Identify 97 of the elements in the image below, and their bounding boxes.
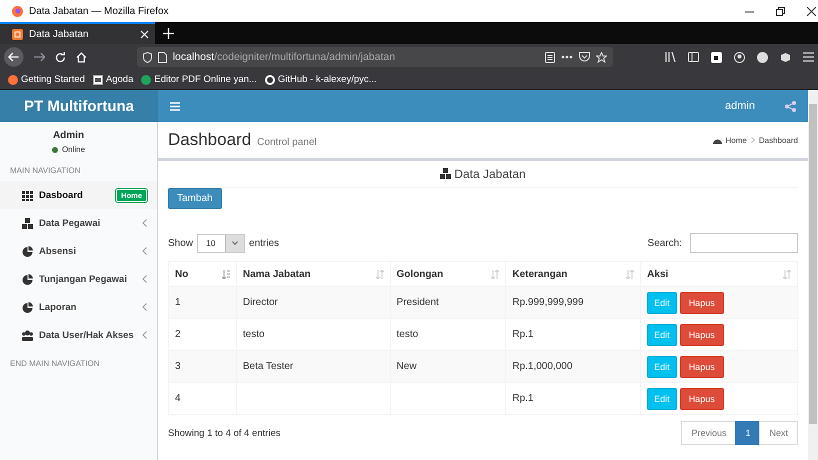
grid-icon (22, 190, 33, 200)
scrollbar[interactable] (808, 90, 818, 460)
table-cell: Beta Tester (242, 361, 294, 372)
page-subtitle: Control panel (257, 136, 317, 148)
sort-icon[interactable] (222, 270, 230, 279)
shield-icon (142, 52, 152, 62)
more-icon[interactable] (561, 55, 574, 59)
entries-label: entries (249, 238, 280, 248)
chevron-icon (142, 219, 147, 227)
cubes-icon (440, 168, 452, 180)
pocket-icon[interactable] (579, 52, 590, 62)
favicon-icon (12, 28, 23, 40)
caret-icon (232, 241, 238, 245)
table-cell: testo (242, 329, 265, 340)
pagination-button[interactable]: 1 (735, 421, 760, 445)
sidebar-item[interactable]: Laporan (0, 293, 157, 321)
table-cell: testo (396, 329, 418, 340)
window-title: Data Jabatan — Mozilla Firefox (29, 6, 169, 16)
scrollbar-thumb[interactable] (809, 104, 817, 424)
column-header[interactable]: No (168, 262, 236, 286)
home-icon[interactable] (76, 52, 87, 62)
column-header[interactable]: Golongan (390, 262, 506, 286)
table-cell: Rp.1 (512, 393, 534, 404)
breadcrumb-link[interactable]: Home (726, 136, 747, 144)
user-menu[interactable]: admin (725, 100, 755, 112)
bookmark-item[interactable]: Getting Started (8, 74, 85, 85)
user-name: Admin (52, 130, 86, 141)
cubes-icon (22, 218, 33, 228)
table-cell: Rp.1 (512, 329, 534, 340)
sidebar-item[interactable]: Data Pegawai (0, 209, 157, 237)
sidebar-icon[interactable] (688, 52, 700, 62)
table-cell: New (396, 361, 417, 372)
table-info: Showing 1 to 4 of 4 entries (168, 428, 280, 438)
table-cell: President (396, 297, 439, 308)
table-cell: 4 (175, 393, 181, 404)
chevron-icon (142, 275, 147, 283)
group-icon (22, 330, 33, 340)
table-cell: 2 (175, 329, 181, 340)
page-size-select[interactable]: 10 (197, 234, 246, 252)
search-label: Search: (648, 238, 682, 248)
firefox-logo-icon (12, 6, 23, 16)
account-icon[interactable] (734, 52, 746, 62)
delete-button[interactable]: Hapus (680, 324, 724, 346)
bookmark-item[interactable]: Agoda (92, 74, 134, 85)
bookmark-icon (8, 74, 18, 84)
pie-chart-icon (22, 246, 33, 256)
star-icon[interactable] (596, 52, 608, 62)
reader-view-icon[interactable] (545, 52, 556, 62)
status-dot (52, 146, 58, 152)
restore-icon[interactable] (776, 6, 785, 16)
breadcrumb-current: Dashboard (758, 136, 798, 144)
back-icon[interactable] (4, 47, 24, 67)
browser-tab[interactable]: Data Jabatan (0, 22, 155, 44)
bookmark-item[interactable]: GitHub - k-alexey/pyc... (264, 74, 377, 85)
reload-icon[interactable] (55, 52, 66, 62)
table-cell: 1 (175, 297, 181, 308)
pagination-button[interactable]: Next (759, 421, 798, 445)
user-status: Online (62, 145, 86, 154)
pie-chart-icon (22, 274, 33, 284)
chevron-icon (142, 331, 147, 339)
show-label: Show (168, 238, 194, 248)
table-cell: 3 (175, 361, 181, 372)
close-icon[interactable] (807, 6, 816, 16)
bookmark-icon (264, 74, 275, 84)
sidebar-item[interactable]: Absensi (0, 237, 157, 265)
pagination-button[interactable]: Previous (681, 421, 736, 445)
bookmark-icon (92, 74, 103, 84)
chevron-icon (142, 247, 147, 255)
menu-icon[interactable] (803, 52, 814, 62)
nav-footer: END MAIN NAVIGATION (0, 349, 157, 378)
delete-button[interactable]: Hapus (680, 292, 724, 314)
page-title: Dashboard (168, 130, 252, 150)
nav-header: MAIN NAVIGATION (9, 165, 82, 177)
delete-button[interactable]: Hapus (680, 388, 724, 410)
table-cell: Director (242, 297, 278, 308)
chevron-icon (142, 303, 147, 311)
sidebar-item[interactable]: Data User/Hak Akses (0, 321, 157, 349)
sidebar-item[interactable]: Tunjangan Pegawai (0, 265, 157, 293)
page-icon (158, 52, 167, 62)
new-tab-icon[interactable] (163, 28, 174, 38)
column-header[interactable]: Nama Jabatan (236, 262, 390, 286)
add-button[interactable]: Tambah (168, 188, 222, 209)
pie-chart-icon (22, 302, 33, 312)
column-header[interactable]: Keterangan (506, 262, 641, 286)
search-field[interactable] (690, 233, 798, 253)
bookmark-item[interactable]: Editor PDF Online yan... (141, 74, 257, 85)
delete-button[interactable]: Hapus (680, 356, 724, 378)
column-header[interactable]: Aksi (640, 262, 798, 286)
brand-logo[interactable]: PT Multifortuna (0, 90, 158, 122)
bookmark-icon (141, 74, 152, 84)
library-icon[interactable] (665, 52, 676, 62)
table-cell: Rp.1,000,000 (512, 361, 572, 372)
box-title: Data Jabatan (454, 167, 526, 181)
address-bar[interactable]: localhost/codeigniter/multifortuna/admin/jabatan (136, 47, 614, 67)
separator-icon (750, 137, 755, 143)
forward-icon[interactable] (34, 52, 46, 62)
table-cell: Rp.999,999,999 (512, 297, 584, 308)
